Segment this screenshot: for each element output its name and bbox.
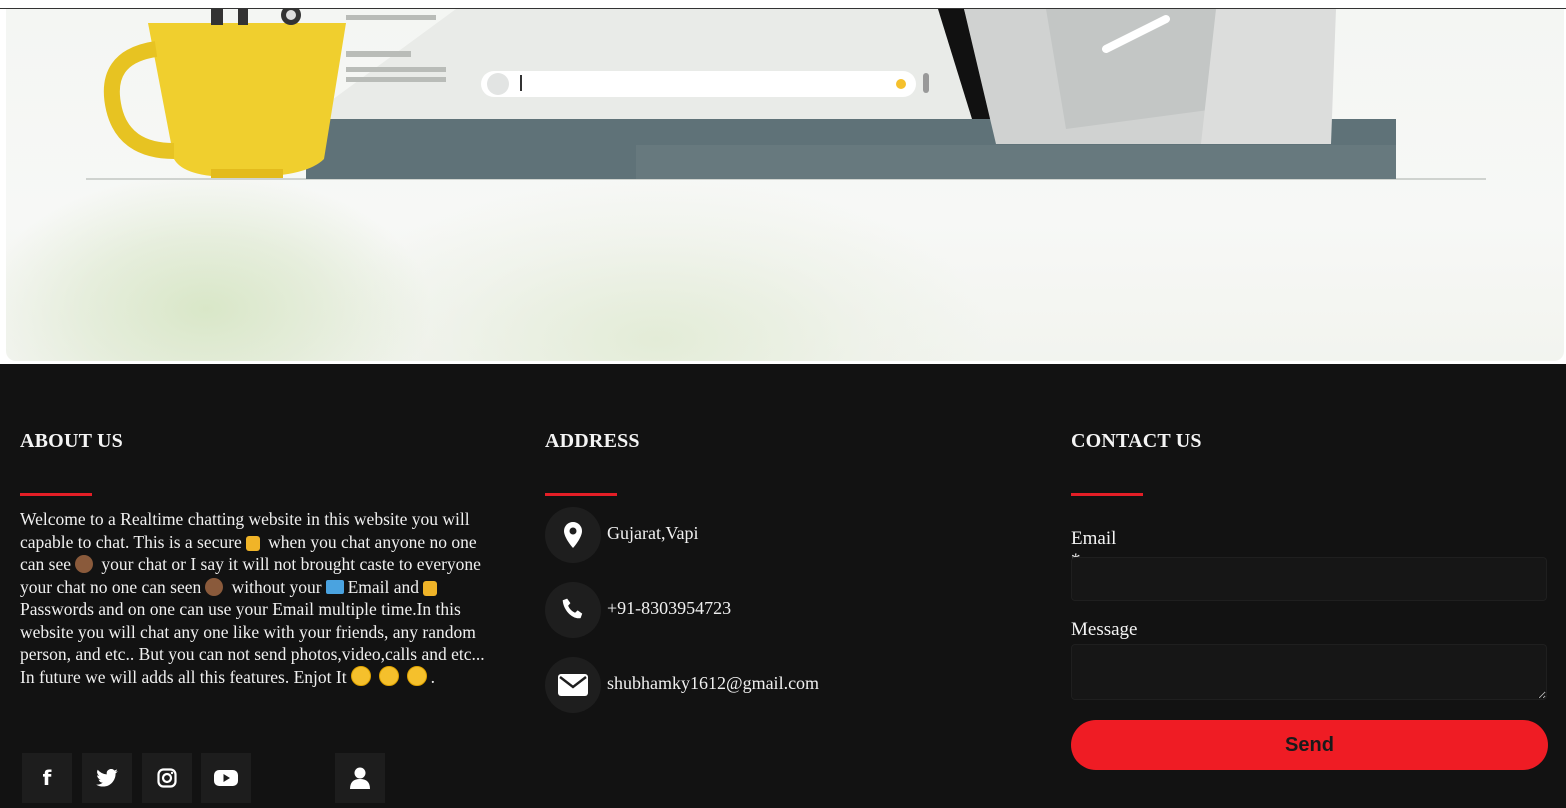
- send-button[interactable]: Send: [1071, 720, 1548, 770]
- about-text-part: Email and: [347, 576, 419, 597]
- address-email[interactable]: shubhamky1612@gmail.com: [607, 673, 819, 694]
- address-location-row: Gujarat,Vapi: [545, 507, 1045, 565]
- about-text-part: without your: [227, 576, 322, 597]
- sunglasses-emoji-icon: [378, 665, 399, 686]
- phone-icon: [545, 582, 601, 638]
- message-field[interactable]: [1071, 644, 1547, 700]
- about-heading: ABOUT US: [20, 430, 123, 452]
- address-location: Gujarat,Vapi: [607, 523, 699, 543]
- instagram-link[interactable]: [142, 753, 192, 803]
- address-phone[interactable]: +91-8303954723: [607, 598, 731, 619]
- facebook-icon: f: [42, 766, 52, 790]
- sunglasses-emoji-icon: [350, 665, 371, 686]
- instagram-icon: [157, 768, 177, 788]
- locked-key-emoji-icon: [423, 580, 437, 596]
- about-text: Welcome to a Realtime chatting website i…: [20, 508, 502, 688]
- hero-image: [6, 9, 1564, 361]
- twitter-link[interactable]: [82, 753, 132, 803]
- site-footer: ABOUT US Welcome to a Realtime chatting …: [0, 364, 1566, 808]
- address-email-row: shubhamky1612@gmail.com: [545, 657, 1045, 715]
- address-heading: ADDRESS: [545, 430, 640, 452]
- email-field[interactable]: [1071, 557, 1547, 601]
- youtube-link[interactable]: [201, 753, 251, 803]
- sunglasses-emoji-icon: [406, 665, 427, 686]
- about-text-part: .: [430, 666, 435, 687]
- hero-illustration: [86, 9, 1486, 180]
- envelope-icon: [545, 657, 601, 713]
- see-no-evil-monkey-emoji-icon: [205, 577, 224, 596]
- contact-heading: CONTACT US: [1071, 430, 1202, 452]
- youtube-icon: [214, 770, 238, 786]
- user-profile-link[interactable]: [335, 753, 385, 803]
- lock-emoji-icon: [245, 535, 260, 551]
- address-underline: [545, 493, 617, 496]
- see-no-evil-monkey-emoji-icon: [75, 555, 94, 573]
- email-emoji-icon: [325, 579, 344, 594]
- user-icon: [350, 767, 370, 789]
- twitter-icon: [96, 769, 118, 787]
- about-underline: [20, 493, 92, 496]
- address-phone-row: +91-8303954723: [545, 582, 1045, 640]
- facebook-link[interactable]: f: [22, 753, 72, 803]
- contact-underline: [1071, 493, 1143, 496]
- map-marker-icon: [545, 507, 601, 563]
